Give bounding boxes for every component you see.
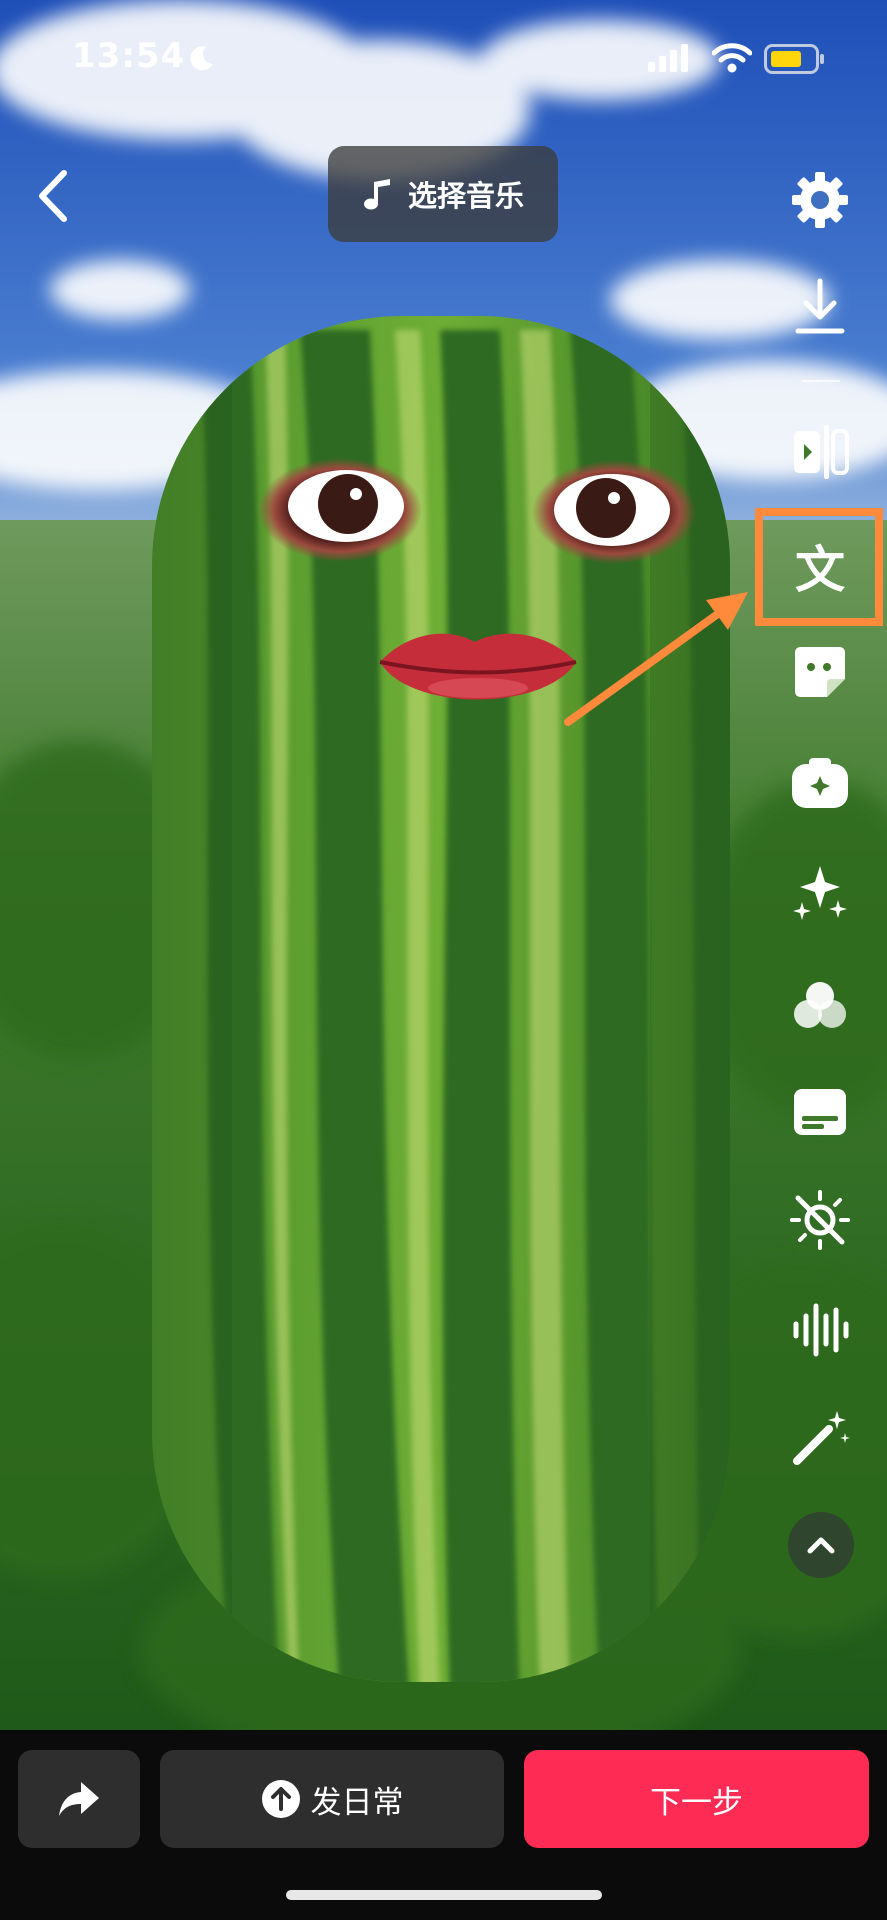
download-button[interactable] [784, 272, 856, 344]
moon-icon [190, 46, 213, 71]
wifi-icon [712, 43, 752, 73]
subtitle-button[interactable] [784, 1076, 856, 1148]
share-icon [59, 1782, 99, 1816]
home-indicator[interactable] [286, 1890, 602, 1900]
video-editor-screen: 13:54 选择音乐 文 发日常 下一步 [0, 0, 887, 1920]
video-preview [0, 0, 887, 1730]
subtitle-icon [794, 1089, 846, 1135]
collapse-toolbar-button[interactable] [788, 1512, 854, 1578]
cut-icon [794, 425, 849, 479]
sparkle-icon [793, 866, 847, 920]
cut-button[interactable] [784, 416, 856, 488]
toolbar-divider [802, 380, 840, 382]
download-icon [795, 278, 845, 334]
magic-wand-button[interactable] [784, 1402, 856, 1474]
audio-button[interactable] [784, 1294, 856, 1366]
status-time: 13:54 [72, 36, 186, 76]
share-button[interactable] [18, 1750, 140, 1848]
filter-button[interactable] [784, 970, 856, 1042]
back-button[interactable] [30, 165, 76, 227]
select-music-label: 选择音乐 [407, 179, 524, 213]
next-step-label: 下一步 [650, 1784, 743, 1821]
sticker-icon [795, 647, 845, 697]
text-icon: 文 [795, 541, 845, 599]
signal-icon [648, 44, 688, 72]
battery-icon [764, 44, 824, 74]
upload-circle-icon [261, 1780, 300, 1818]
effects-button[interactable] [784, 748, 856, 820]
effects-icon [792, 758, 848, 808]
filter-icon [794, 982, 846, 1028]
audio-icon [793, 1303, 849, 1357]
select-music-button[interactable]: 选择音乐 [328, 146, 558, 242]
settings-icon [792, 172, 848, 228]
next-step-button[interactable]: 下一步 [524, 1750, 869, 1848]
enhance-off-button[interactable] [784, 1184, 856, 1256]
music-note-icon [363, 179, 390, 210]
post-daily-label: 发日常 [310, 1784, 404, 1821]
sparkle-button[interactable] [784, 856, 856, 928]
chevron-up-icon [807, 1537, 835, 1554]
sticker-button[interactable] [784, 636, 856, 708]
text-button[interactable]: 文 [784, 530, 856, 602]
settings-button[interactable] [784, 164, 856, 236]
magic-wand-icon [793, 1411, 850, 1465]
enhance-off-icon [790, 1190, 850, 1250]
post-daily-button[interactable]: 发日常 [160, 1750, 504, 1848]
